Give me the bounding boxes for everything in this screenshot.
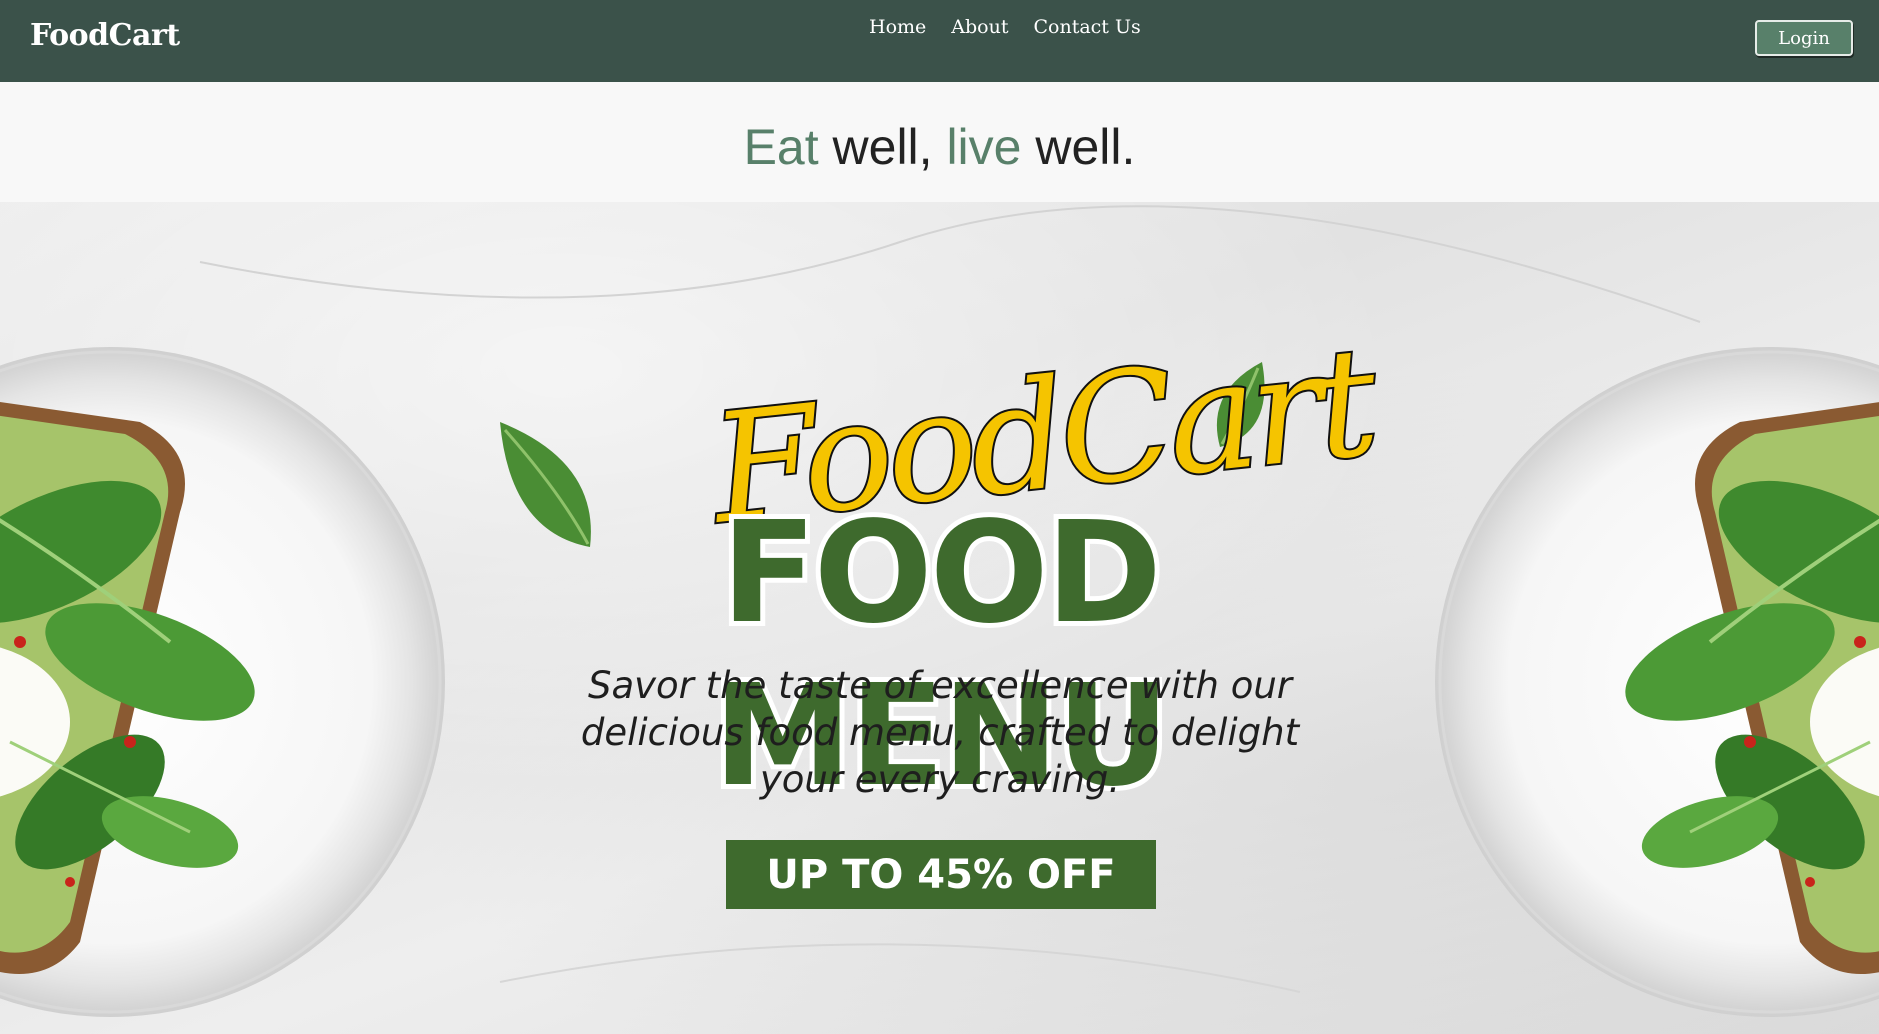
- nav-link-home[interactable]: Home: [869, 16, 926, 38]
- nav-link-contact[interactable]: Contact Us: [1033, 16, 1140, 38]
- tagline-well: well,: [818, 119, 947, 175]
- main-nav: Home About Contact Us: [869, 16, 1141, 38]
- tagline-well-end: well.: [1021, 119, 1136, 175]
- tagline-live: live: [946, 119, 1022, 175]
- nav-link-about[interactable]: About: [951, 16, 1008, 38]
- plate-left-image: [0, 347, 445, 1017]
- brand-logo[interactable]: FoodCart: [30, 18, 180, 53]
- offer-button[interactable]: UP TO 45% OFF: [726, 840, 1156, 909]
- tagline-eat: Eat: [743, 119, 819, 175]
- top-navbar: FoodCart Home About Contact Us Login: [0, 0, 1879, 82]
- tagline: Eat well, live well.: [744, 118, 1136, 176]
- hero-description: Savor the taste of excellence with our d…: [580, 664, 1300, 801]
- hero-banner: FoodCart FOOD MENU Savor the taste of ex…: [0, 202, 1879, 1034]
- plate-right-image: [1435, 347, 1879, 1017]
- login-button[interactable]: Login: [1755, 20, 1853, 56]
- tagline-section: Eat well, live well.: [0, 82, 1879, 202]
